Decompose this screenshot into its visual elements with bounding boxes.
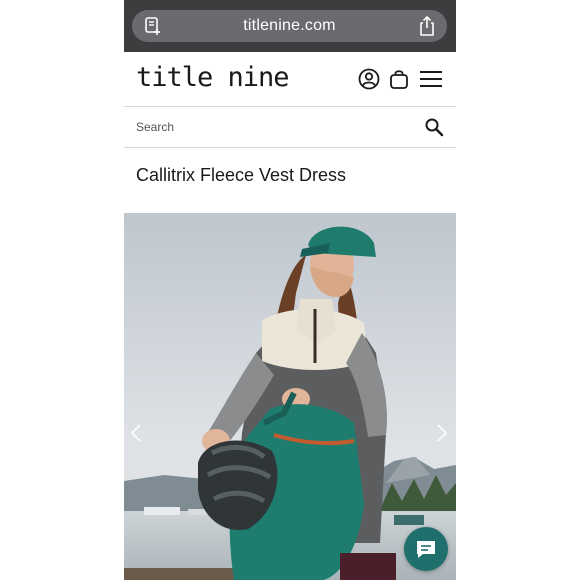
site-header: title nine [124,52,456,106]
search-divider [124,147,456,148]
product-image[interactable] [124,213,456,580]
address-bar[interactable]: titlenine.com [132,10,447,42]
site-logo[interactable]: title nine [136,62,290,93]
menu-icon[interactable] [419,67,443,91]
product-title: Callitrix Fleece Vest Dress [136,165,347,185]
chevron-left-icon[interactable] [130,423,142,443]
phone-viewport: titlenine.com title nine Search Callitri… [124,0,456,580]
search-icon[interactable] [424,117,444,137]
bag-icon[interactable] [387,67,411,91]
search-input[interactable]: Search [136,120,174,134]
chevron-right-icon[interactable] [436,423,448,443]
browser-bar: titlenine.com [124,0,456,52]
share-icon[interactable] [417,15,437,37]
url-text[interactable]: titlenine.com [132,17,447,35]
product-photo [124,213,456,580]
account-icon[interactable] [357,67,381,91]
search-bar[interactable]: Search [124,107,456,147]
chat-button[interactable] [404,527,448,571]
chat-icon [417,541,435,558]
